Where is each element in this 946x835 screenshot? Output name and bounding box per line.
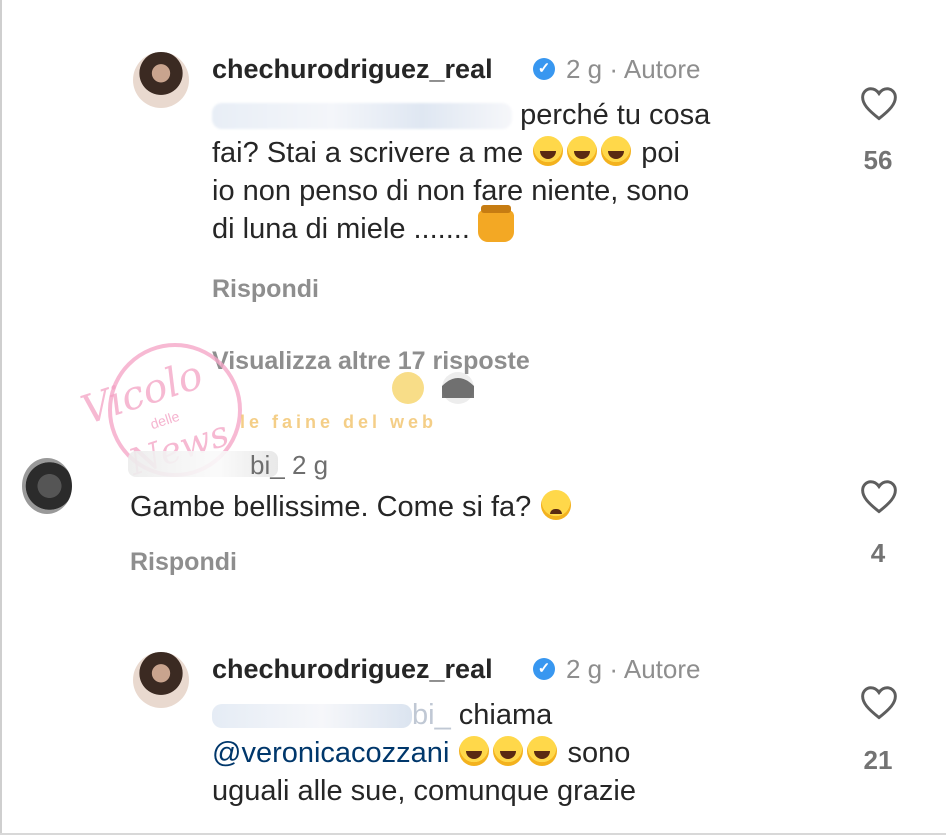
blurred-mention[interactable] [212,704,412,729]
heart-outline-icon[interactable] [859,684,899,720]
comment-time: 2 g [291,450,329,480]
verified-badge-icon: ✓ [533,58,555,80]
comment-time: 2 g [566,654,603,684]
comment-body: bi_ chiama @veronicacozzani sono uguali … [212,696,812,810]
honey-pot-emoji-icon [477,205,514,242]
watermark-secondary-text: le faine del web [240,412,438,432]
heart-outline-icon[interactable] [859,478,899,514]
comment-text-line: io non penso di non fare niente, sono [212,175,690,207]
meta-separator: · [609,654,619,684]
watermark-faces-icon [392,372,474,404]
verified-badge-icon: ✓ [533,658,555,680]
like-count: 21 [863,745,893,775]
heart-outline-icon[interactable] [859,85,899,121]
comment-meta: 2 g · Autore [566,54,700,85]
laughing-emoji-icon [493,736,524,766]
author-label: Autore [623,654,701,684]
comment-text-line: poi [641,137,680,169]
avatar[interactable] [133,652,189,708]
laughing-emoji-icon [601,136,632,166]
comment-username[interactable]: chechurodriguez_real [212,654,493,685]
comment-text-line: di luna di miele ....... [212,213,470,245]
mention-link[interactable]: @veronicacozzani [212,737,449,769]
like-count: 56 [863,145,893,175]
reply-button[interactable]: Rispondi [212,275,319,304]
laughing-emoji-icon [567,136,598,166]
comment-body: Gambe bellissime. Come si fa? [130,488,573,526]
laughing-emoji-icon [533,136,564,166]
laughing-emoji-icon [459,736,490,766]
reply-button[interactable]: Rispondi [130,548,237,577]
comment-text-line: chiama [458,699,553,731]
avatar[interactable] [22,458,72,514]
author-label: Autore [623,54,701,84]
username-visible-part: bi_ [250,450,285,480]
comment-meta: 2 g · Autore [566,654,700,685]
crying-emoji-icon [541,490,572,520]
mention-tail: bi_ [412,699,451,731]
comment-username[interactable]: chechurodriguez_real [212,54,493,85]
meta-separator: · [609,54,619,84]
comment-text-line: fai? Stai a scrivere a me [212,137,524,169]
comment-text-line: Gambe bellissime. Come si fa? [130,491,532,523]
comment-body: perché tu cosa fai? Stai a scrivere a me… [212,96,812,248]
like-count: 4 [870,538,886,568]
comment-meta: bi_ 2 g [250,450,328,481]
comment-text-line: perché tu cosa [520,99,711,131]
comment-text-line: sono [567,737,631,769]
laughing-emoji-icon [527,736,558,766]
comment-text-line: uguali alle sue, comunque grazie [212,775,636,807]
blurred-mention[interactable] [212,103,512,130]
comment-time: 2 g [566,54,603,84]
avatar[interactable] [133,52,189,108]
left-frame-line [0,0,2,835]
